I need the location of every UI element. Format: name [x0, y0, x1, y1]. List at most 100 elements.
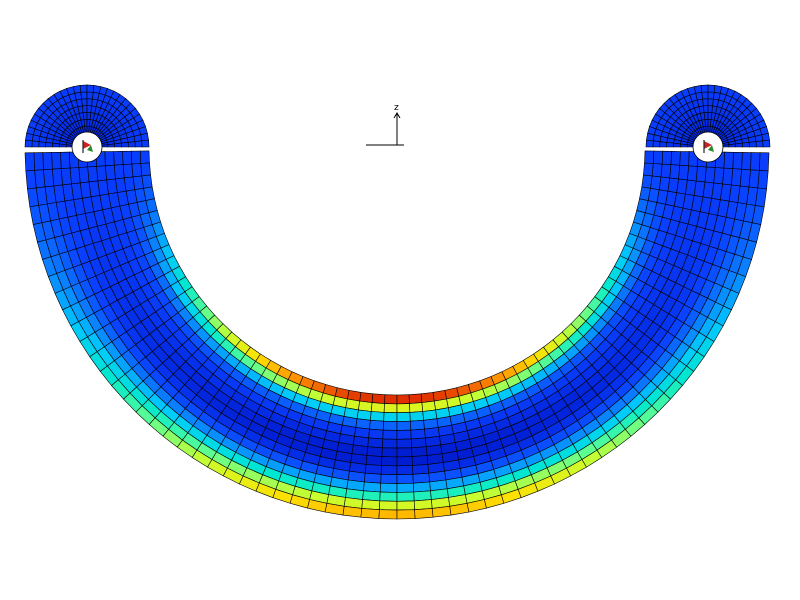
mesh-element — [370, 402, 385, 413]
mesh-element — [409, 402, 424, 413]
right-lug-element — [703, 105, 709, 113]
mesh-element — [379, 482, 398, 493]
left-lug-element — [80, 91, 88, 100]
mesh-element — [69, 167, 81, 185]
mesh-element — [382, 438, 398, 449]
left-lug-element — [81, 98, 88, 107]
mesh-element — [670, 150, 681, 166]
left-lug-element — [140, 132, 149, 142]
left-lug-element — [82, 112, 88, 120]
mesh-element — [704, 166, 716, 184]
mesh-element — [396, 465, 414, 476]
fea-viewport[interactable]: z — [0, 0, 800, 600]
mesh-element — [396, 491, 415, 502]
mesh-element — [750, 152, 761, 171]
mesh-element — [759, 152, 770, 172]
mesh-element — [396, 500, 415, 511]
left-lug-element — [114, 142, 122, 148]
mesh-element — [360, 508, 380, 519]
mesh-element — [371, 393, 386, 404]
right-lug-element — [700, 84, 709, 93]
mesh-element — [104, 151, 115, 167]
mesh-element — [78, 166, 90, 184]
mesh-element — [644, 150, 655, 164]
mesh-element — [365, 455, 383, 466]
mesh-element — [660, 163, 672, 179]
mesh-element — [24, 152, 35, 172]
mesh-element — [411, 455, 429, 466]
mesh-element — [366, 446, 383, 457]
mesh-element — [396, 403, 411, 414]
mesh-element — [122, 163, 134, 179]
mesh-element — [396, 473, 414, 484]
mesh-element — [380, 473, 398, 484]
mesh-element — [687, 165, 698, 182]
mesh-element — [643, 162, 654, 177]
mesh-element — [113, 150, 124, 166]
mesh-element — [384, 394, 398, 405]
mesh-element — [410, 428, 426, 440]
mesh-element — [42, 152, 53, 171]
right-lug-element — [762, 139, 771, 148]
left-lug-element — [121, 142, 129, 148]
mesh-element — [396, 438, 412, 449]
mesh-element — [412, 481, 431, 493]
mesh-element — [362, 490, 381, 502]
mesh-element — [382, 420, 398, 431]
mesh-element — [381, 456, 398, 467]
mesh-element — [414, 508, 434, 519]
mesh-element — [342, 505, 363, 518]
mesh-element — [732, 151, 743, 170]
mesh-element — [139, 150, 150, 164]
mesh-element — [113, 164, 125, 180]
mesh-element — [396, 509, 416, 520]
left-lug-element — [82, 105, 88, 113]
right-lug-element — [693, 85, 703, 94]
fea-model-view[interactable]: z — [0, 0, 800, 600]
mesh-element — [411, 446, 428, 457]
mesh-element — [131, 163, 143, 178]
mesh-element — [410, 437, 427, 449]
right-lug-element — [704, 118, 709, 127]
right-lug-element — [707, 84, 716, 93]
mesh-element — [396, 420, 412, 431]
mesh-element — [383, 412, 398, 422]
mesh-element — [412, 472, 431, 484]
mesh-element — [364, 464, 382, 475]
right-lug-element — [702, 98, 709, 107]
right-lug-element — [754, 134, 764, 142]
mesh-element — [140, 162, 151, 177]
left-lug-element — [107, 143, 116, 148]
mesh-element — [661, 150, 672, 165]
mesh-element — [370, 411, 385, 422]
mesh-element — [369, 419, 385, 431]
right-lug-element — [695, 91, 703, 101]
right-lug-element — [748, 141, 757, 148]
left-lug-element — [141, 139, 150, 148]
mesh-element — [25, 169, 37, 190]
mesh-element — [33, 152, 44, 171]
mesh-element — [396, 394, 410, 405]
mesh-element — [695, 166, 707, 183]
mesh-element — [396, 482, 415, 493]
mesh-element — [431, 505, 452, 518]
mesh-element — [380, 465, 398, 476]
mesh-element — [408, 393, 423, 404]
mesh-element — [363, 472, 382, 484]
mesh-element — [379, 491, 398, 502]
mesh-element — [379, 500, 398, 511]
left-lug-element — [134, 140, 143, 148]
mesh-element — [409, 419, 425, 431]
right-lug-element — [703, 112, 709, 120]
mesh-element — [87, 166, 99, 183]
mesh-element — [396, 429, 412, 440]
mesh-element — [396, 412, 411, 422]
left-lug-element — [72, 85, 82, 94]
mesh-element — [396, 447, 413, 458]
mesh-element — [51, 151, 62, 170]
mesh-element — [741, 152, 752, 171]
mesh-element — [96, 165, 107, 182]
mesh-element — [361, 499, 381, 511]
mesh-element — [378, 509, 398, 520]
triad-z-label: z — [394, 103, 399, 113]
